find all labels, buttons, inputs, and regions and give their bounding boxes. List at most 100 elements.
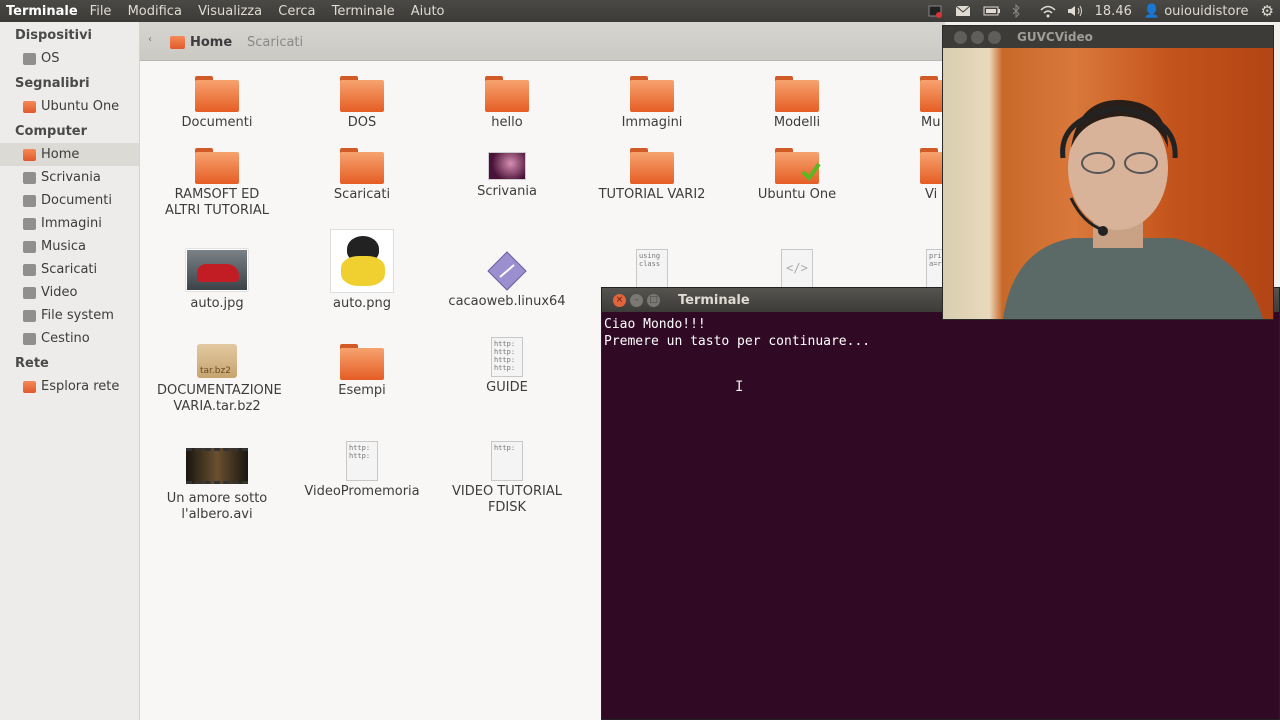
file-label: DOCUMENTAZIONE VARIA.tar.bz2 [157, 383, 282, 414]
sidebar-item-musica[interactable]: Musica [0, 235, 139, 258]
maximize-icon[interactable] [988, 30, 1001, 44]
top-panel: Terminale File Modifica Visualizza Cerca… [0, 0, 1280, 22]
file-label: VIDEO TUTORIAL FDISK [452, 484, 562, 515]
archive-badge: tar.bz2 [200, 366, 231, 376]
file-item[interactable]: Scrivania [447, 148, 567, 200]
breadcrumb-label: Scaricati [247, 34, 304, 50]
file-label: Esempi [338, 383, 386, 398]
sidebar-item-os[interactable]: OS [0, 47, 139, 70]
text-file-icon: http: http: http: http: [491, 337, 523, 377]
folder-icon [195, 148, 239, 184]
sidebar-item-ubuntu-one[interactable]: Ubuntu One [0, 95, 139, 118]
breadcrumb-scaricati[interactable]: Scaricati [247, 30, 303, 54]
sidebar-item-label: Cestino [41, 331, 90, 346]
file-label: VideoPromemoria [304, 484, 420, 499]
file-item[interactable]: http: http: VideoPromemoria [302, 441, 422, 500]
text-file-icon: http: http: [346, 441, 378, 481]
file-item[interactable]: hello [447, 76, 567, 131]
file-item[interactable]: Immagini [592, 76, 712, 131]
file-item[interactable]: pri a=ra [882, 249, 958, 289]
html-file-icon: </> [781, 249, 813, 289]
maximize-icon[interactable]: □ [647, 293, 660, 307]
menu-modifica[interactable]: Modifica [128, 4, 182, 19]
menu-terminale[interactable]: Terminale [332, 4, 395, 19]
file-item[interactable]: Mu [882, 76, 964, 131]
sidebar-item-label: File system [41, 308, 114, 323]
clock[interactable]: 18.46 [1095, 4, 1132, 19]
file-item[interactable]: Ubuntu One [737, 148, 857, 203]
file-item[interactable]: auto.png [302, 229, 422, 312]
sidebar-section-network: Rete [15, 356, 49, 371]
file-item[interactable]: Vi [882, 148, 964, 203]
menu-aiuto[interactable]: Aiuto [411, 4, 445, 19]
breadcrumb-home[interactable]: Home [170, 30, 232, 54]
mail-icon[interactable] [955, 4, 971, 18]
record-indicator-icon[interactable] [927, 4, 943, 18]
guvc-titlebar[interactable]: GUVCVideo [943, 26, 1273, 48]
minimize-icon[interactable] [971, 30, 984, 44]
file-item[interactable]: http: VIDEO TUTORIAL FDISK [447, 441, 567, 516]
sidebar-item-immagini[interactable]: Immagini [0, 212, 139, 235]
file-item[interactable]: Documenti [157, 76, 277, 131]
sidebar-item-label: Scrivania [41, 170, 101, 185]
file-item[interactable]: tar.bz2 DOCUMENTAZIONE VARIA.tar.bz2 [157, 344, 282, 415]
sidebar-item-documenti[interactable]: Documenti [0, 189, 139, 212]
terminal-window[interactable]: × – □ Terminale Ciao Mondo!!! Premere un… [601, 287, 1280, 720]
file-item[interactable]: Un amore sotto l'albero.avi [157, 448, 277, 523]
back-arrow-icon[interactable]: ‹ [148, 34, 152, 45]
link-folder-icon [340, 344, 384, 380]
trash-icon [23, 332, 36, 345]
volume-icon[interactable] [1067, 4, 1083, 18]
file-item[interactable]: RAMSOFT ED ALTRI TUTORIAL [157, 148, 277, 219]
drive-icon [23, 52, 36, 65]
file-item[interactable]: cacaoweb.linux64 [447, 251, 567, 310]
sidebar-item-cestino[interactable]: Cestino [0, 327, 139, 350]
file-label: TUTORIAL VARI2 [598, 187, 706, 202]
executable-icon [487, 251, 527, 291]
file-item[interactable]: using class [592, 249, 712, 289]
minimize-icon[interactable]: – [630, 293, 643, 307]
sidebar-item-esplora-rete[interactable]: Esplora rete [0, 375, 139, 398]
menu-file[interactable]: File [90, 4, 112, 19]
desktop-icon [23, 171, 36, 184]
file-label: Scaricati [333, 187, 391, 202]
gear-icon[interactable]: ⚙ [1261, 2, 1274, 20]
user-name: ouiouidistore [1164, 3, 1249, 19]
user-menu[interactable]: 👤 ouiouidistore [1144, 4, 1249, 19]
close-icon[interactable] [954, 30, 967, 44]
documents-icon [23, 194, 36, 207]
file-item[interactable]: DOS [302, 76, 422, 131]
bluetooth-icon[interactable] [1011, 3, 1027, 19]
menu-cerca[interactable]: Cerca [278, 4, 315, 19]
file-item[interactable]: Esempi [302, 344, 422, 399]
file-item[interactable]: http: http: http: http: GUIDE [447, 337, 567, 396]
guvcvideo-window[interactable]: GUVCVideo [942, 25, 1274, 320]
menu-bar: File Modifica Visualizza Cerca Terminale… [84, 4, 451, 19]
file-item[interactable]: Modelli [737, 76, 857, 131]
sidebar-item-scaricati[interactable]: Scaricati [0, 258, 139, 281]
sidebar-item-label: Immagini [41, 216, 102, 231]
terminal-title: Terminale [678, 292, 750, 308]
wifi-icon[interactable] [1039, 4, 1056, 18]
sidebar-item-label: Video [41, 285, 78, 300]
battery-icon[interactable] [983, 4, 1000, 18]
sidebar-item-file-system[interactable]: File system [0, 304, 139, 327]
sidebar-item-home[interactable]: Home [0, 143, 139, 166]
app-name: Terminale [6, 3, 78, 19]
menu-visualizza[interactable]: Visualizza [198, 4, 262, 19]
file-label: hello [491, 115, 523, 130]
close-icon[interactable]: × [613, 293, 626, 307]
file-item[interactable]: auto.jpg [157, 249, 277, 312]
file-item[interactable]: Scaricati [302, 148, 422, 203]
user-icon: 👤 [1143, 3, 1161, 19]
file-item[interactable]: </> [737, 249, 857, 289]
file-label: DOS [347, 115, 377, 130]
sidebar-item-video[interactable]: Video [0, 281, 139, 304]
file-label: auto.png [333, 296, 391, 311]
sidebar-item-scrivania[interactable]: Scrivania [0, 166, 139, 189]
filesystem-icon [23, 309, 36, 322]
file-item[interactable]: TUTORIAL VARI2 [592, 148, 712, 203]
network-icon [23, 380, 36, 393]
file-label: GUIDE [486, 380, 528, 395]
file-label: Ubuntu One [757, 187, 837, 202]
